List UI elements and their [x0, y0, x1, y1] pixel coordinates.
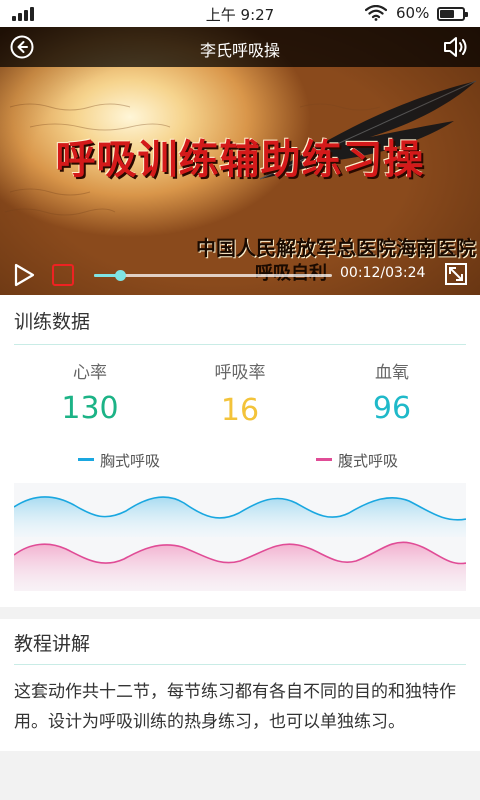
video-title: 李氏呼吸操	[199, 41, 280, 60]
legend-chest-breathing: 胸式呼吸	[78, 450, 160, 471]
battery-icon	[437, 7, 468, 21]
legend-label: 胸式呼吸	[100, 452, 161, 470]
legend-swatch	[316, 458, 332, 461]
stat-heart-rate: 心率 130	[10, 358, 170, 426]
video-top-bar: 李氏呼吸操	[0, 27, 480, 67]
legend-abdominal-breathing: 腹式呼吸	[316, 450, 398, 471]
stat-label: 呼吸率	[214, 363, 266, 383]
divider	[14, 664, 466, 665]
video-progress-bar[interactable]	[94, 270, 332, 281]
fullscreen-icon[interactable]	[445, 263, 467, 285]
legend-label: 腹式呼吸	[338, 452, 399, 470]
abdominal-wave-area	[14, 542, 466, 591]
volume-icon[interactable]	[443, 35, 469, 59]
stat-respiratory-rate: 呼吸率 16	[160, 358, 320, 428]
video-player[interactable]: 李氏呼吸操 呼吸训练辅助练习操 中国人民解放军总医院海南医院 呼吸自利 00:1…	[0, 27, 480, 295]
tutorial-title: 教程讲解	[14, 633, 91, 655]
breathing-waveform	[14, 483, 466, 591]
play-icon[interactable]	[12, 263, 36, 287]
stat-label: 血氧	[375, 363, 409, 383]
chest-wave-area	[14, 496, 466, 537]
stat-blood-oxygen: 血氧 96	[312, 358, 472, 426]
tutorial-card: 教程讲解 这套动作共十二节，每节练习都有各自不同的目的和独特作用。设计为呼吸训练…	[0, 619, 480, 751]
tutorial-body: 这套动作共十二节，每节练习都有各自不同的目的和独特作用。设计为呼吸训练的热身练习…	[14, 682, 456, 732]
video-progress-thumb[interactable]	[115, 270, 127, 281]
stat-value: 130	[61, 391, 119, 426]
stat-label: 心率	[73, 363, 107, 383]
stop-icon[interactable]	[52, 264, 74, 286]
divider	[14, 344, 466, 345]
training-data-title: 训练数据	[14, 311, 91, 333]
training-data-card: 训练数据 心率 130 呼吸率 16 血氧 96 胸式呼吸 腹式呼吸	[0, 295, 480, 607]
video-timecode: 00:12/03:24	[340, 265, 426, 281]
stat-value: 96	[372, 391, 412, 426]
stat-value: 16	[220, 393, 260, 428]
legend-swatch	[78, 458, 94, 461]
status-bar: 上午 9:27 60%	[0, 0, 480, 27]
wifi-icon	[365, 5, 387, 21]
video-headline: 呼吸训练辅助练习操	[55, 136, 425, 183]
battery-percent: 60%	[396, 4, 430, 22]
video-controls: 00:12/03:24	[0, 253, 480, 295]
